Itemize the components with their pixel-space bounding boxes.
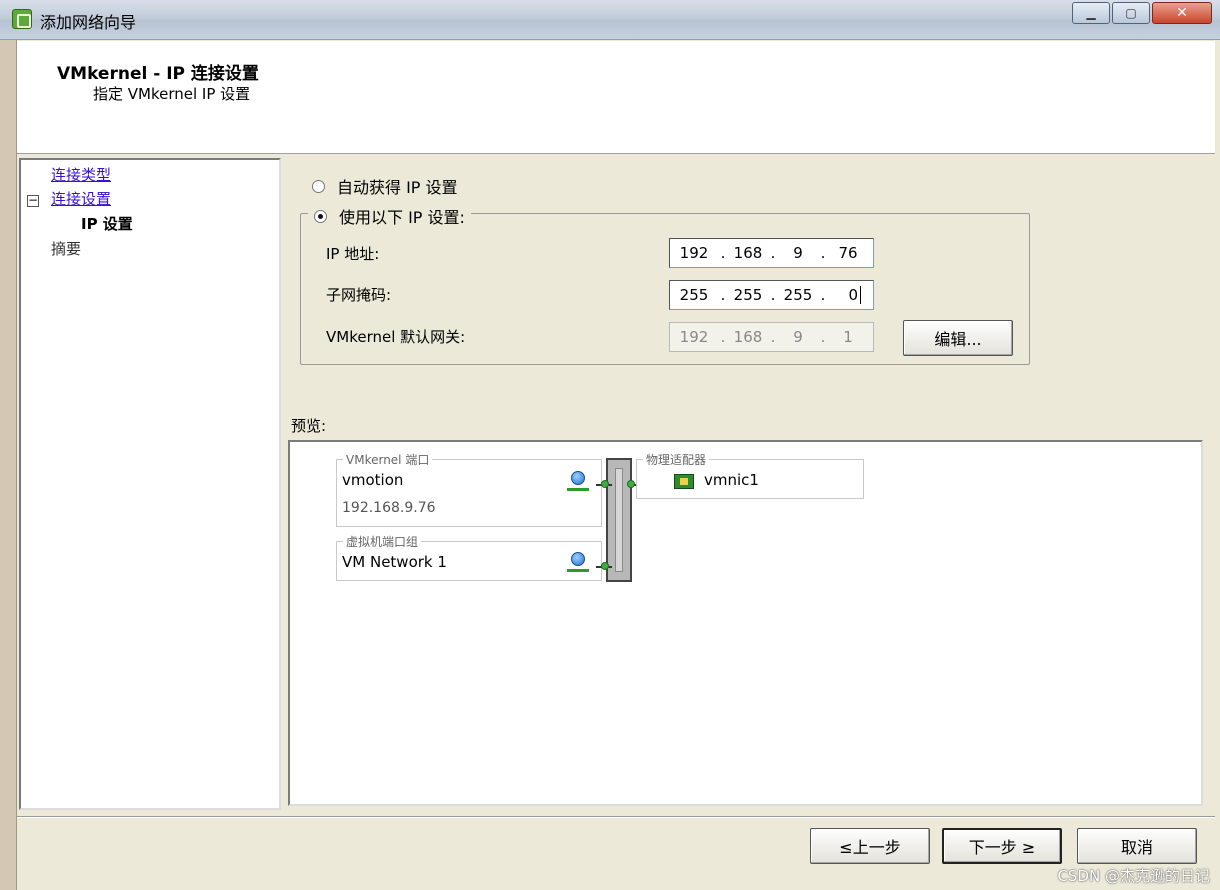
vmkernel-port-name: vmotion xyxy=(342,471,404,489)
title-bar: 添加网络向导 ▁ ▢ ✕ xyxy=(0,0,1220,40)
gateway-input: 192. 168. 9. 1 xyxy=(669,322,874,352)
collapse-icon[interactable]: − xyxy=(27,194,39,207)
gw-octet-3: 9 xyxy=(793,328,803,346)
watermark: CSDN @杰克逊的日记 xyxy=(1057,867,1210,885)
gw-octet-2: 168 xyxy=(733,328,763,346)
wizard-step-nav: 连接类型 − 连接设置 IP 设置 摘要 xyxy=(19,158,281,810)
physical-adapter-legend: 物理适配器 xyxy=(643,451,710,468)
page-title: VMkernel - IP 连接设置 xyxy=(57,64,259,84)
radio-manual-ip[interactable]: 使用以下 IP 设置: xyxy=(308,204,471,228)
network-port-icon-base xyxy=(567,569,589,572)
vm-port-group-name: VM Network 1 xyxy=(342,553,447,571)
subnet-mask-input[interactable]: 255. 255. 255. 0 xyxy=(669,280,874,310)
vmkernel-port-box: VMkernel 端口 xyxy=(336,451,602,527)
virtual-switch-bus xyxy=(615,468,623,572)
ip-octet-1: 192 xyxy=(679,244,709,262)
vmkernel-port-ip: 192.168.9.76 xyxy=(342,500,436,516)
mask-octet-4: 0 xyxy=(848,286,858,304)
gw-octet-1: 192 xyxy=(679,328,709,346)
close-button[interactable]: ✕ xyxy=(1152,2,1212,24)
radio-auto-ip-indicator[interactable] xyxy=(312,179,325,193)
gw-octet-4: 1 xyxy=(843,328,853,346)
vm-port-group-legend: 虚拟机端口组 xyxy=(343,533,422,550)
window-left-border xyxy=(0,40,17,890)
link-dot xyxy=(627,480,635,488)
preview-label: 预览: xyxy=(291,417,327,435)
mask-octet-1: 255 xyxy=(679,286,709,304)
cancel-button[interactable]: 取消 xyxy=(1077,828,1197,864)
minimize-button[interactable]: ▁ xyxy=(1072,2,1110,24)
radio-manual-ip-indicator[interactable] xyxy=(314,209,327,223)
mask-octet-2: 255 xyxy=(733,286,763,304)
radio-auto-ip-label: 自动获得 IP 设置 xyxy=(337,178,458,197)
vmkernel-port-legend: VMkernel 端口 xyxy=(343,451,433,468)
page-subtitle: 指定 VMkernel IP 设置 xyxy=(93,85,251,103)
link-dot xyxy=(601,480,609,488)
wizard-app-icon xyxy=(12,9,32,29)
maximize-button[interactable]: ▢ xyxy=(1112,2,1150,24)
ip-address-label: IP 地址: xyxy=(326,245,380,263)
network-port-icon xyxy=(571,471,585,485)
network-port-icon xyxy=(571,552,585,566)
nav-item-connection-type[interactable]: 连接类型 xyxy=(51,164,111,185)
mask-octet-3: 255 xyxy=(783,286,813,304)
ip-octet-3: 9 xyxy=(793,244,803,262)
wizard-header: VMkernel - IP 连接设置 指定 VMkernel IP 设置 xyxy=(17,41,1215,154)
nav-item-summary: 摘要 xyxy=(51,240,82,258)
link-dot xyxy=(601,562,609,570)
nav-item-ip-settings: IP 设置 xyxy=(81,215,133,233)
virtual-switch xyxy=(606,458,632,582)
radio-manual-ip-label: 使用以下 IP 设置: xyxy=(339,208,465,227)
ip-octet-4: 76 xyxy=(838,244,858,262)
next-button[interactable]: 下一步 ≥ xyxy=(942,828,1062,864)
gateway-label: VMkernel 默认网关: xyxy=(326,328,466,346)
edit-gateway-button[interactable]: 编辑... xyxy=(903,320,1013,356)
window-controls: ▁ ▢ ✕ xyxy=(1072,2,1212,24)
window-title: 添加网络向导 xyxy=(40,13,137,32)
ip-octet-2: 168 xyxy=(733,244,763,262)
radio-auto-ip[interactable]: 自动获得 IP 设置 xyxy=(312,174,458,198)
ip-address-input[interactable]: 192. 168. 9. 76 xyxy=(669,238,874,268)
back-button[interactable]: ≤上一步 xyxy=(810,828,930,864)
network-card-icon xyxy=(674,474,694,489)
nav-item-connection-settings[interactable]: 连接设置 xyxy=(51,188,111,209)
subnet-mask-label: 子网掩码: xyxy=(326,286,392,304)
footer-separator xyxy=(17,816,1215,818)
network-port-icon-base xyxy=(567,488,589,491)
physical-nic-name: vmnic1 xyxy=(704,471,759,489)
text-caret xyxy=(860,286,861,304)
